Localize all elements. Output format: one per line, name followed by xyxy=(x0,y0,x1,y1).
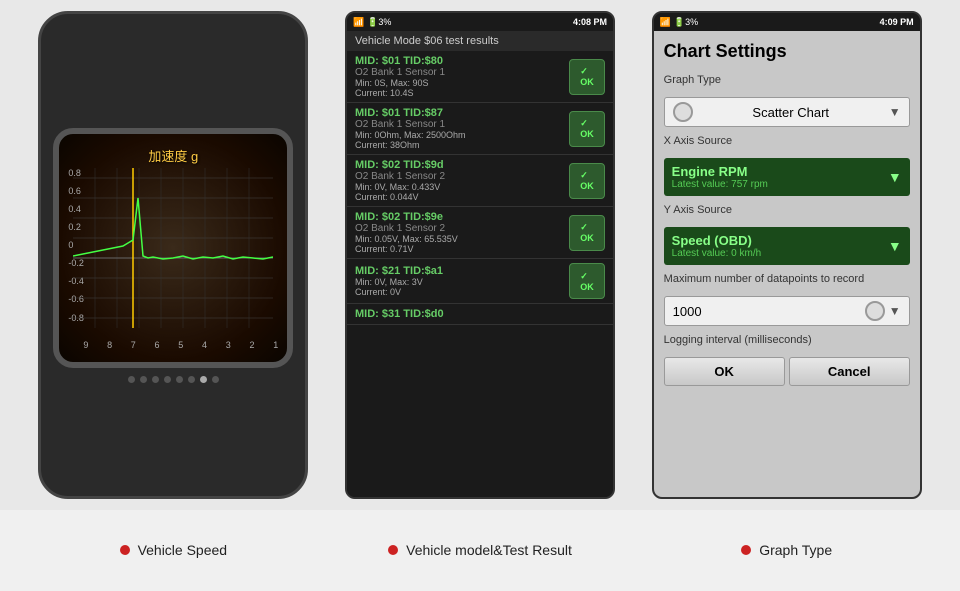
item-vals-4: Min: 0.05V, Max: 65.535VCurrent: 0.71V xyxy=(355,234,458,254)
item-sub-1: O2 Bank 1 Sensor 1 xyxy=(355,67,445,78)
item-title-1: MID: $01 TID:$80 xyxy=(355,55,445,67)
test-item-6: MID: $31 TID:$d0 xyxy=(347,304,613,325)
red-dot-3 xyxy=(741,545,751,555)
dot xyxy=(164,376,171,383)
dot-active xyxy=(200,376,207,383)
red-dot-2 xyxy=(388,545,398,555)
x-axis-value: Engine RPM xyxy=(672,164,768,179)
item-vals-3: Min: 0V, Max: 0.433VCurrent: 0.044V xyxy=(355,182,445,202)
time-3: 4:09 PM xyxy=(880,17,914,27)
status-icons-2: 📶 🔋3% xyxy=(353,17,391,28)
item-title-3: MID: $02 TID:$9d xyxy=(355,159,445,171)
y-axis-sub: Latest value: 0 km/h xyxy=(672,248,762,259)
max-datapoints-arrow-icon[interactable]: ▼ xyxy=(889,304,901,318)
phone3-container: 📶 🔋3% 4:09 PM Chart Settings Graph Type … xyxy=(633,10,940,500)
labels-row: Vehicle Speed Vehicle model&Test Result … xyxy=(0,510,960,590)
dot xyxy=(152,376,159,383)
x-axis-source-box[interactable]: Engine RPM Latest value: 757 rpm ▼ xyxy=(664,158,910,196)
phone3: 📶 🔋3% 4:09 PM Chart Settings Graph Type … xyxy=(652,11,922,499)
label-item-3: Graph Type xyxy=(633,542,940,558)
x-axis-label: X Axis Source xyxy=(664,135,910,147)
dot xyxy=(176,376,183,383)
test-list[interactable]: MID: $01 TID:$80 O2 Bank 1 Sensor 1 Min:… xyxy=(347,51,613,497)
max-datapoints-value: 1000 xyxy=(673,304,702,319)
item-title-6: MID: $31 TID:$d0 xyxy=(355,308,444,320)
label-text-1: Vehicle Speed xyxy=(138,542,228,558)
max-datapoints-dropdown[interactable]: 1000 ▼ xyxy=(664,296,910,326)
time-2: 4:08 PM xyxy=(573,17,607,27)
x-axis-text-group: Engine RPM Latest value: 757 rpm xyxy=(672,164,768,190)
graph-type-arrow-icon[interactable]: ▼ xyxy=(889,105,901,119)
red-dot-1 xyxy=(120,545,130,555)
test-item-3: MID: $02 TID:$9d O2 Bank 1 Sensor 2 Min:… xyxy=(347,155,613,207)
item-vals-2: Min: 0Ohm, Max: 2500OhmCurrent: 38Ohm xyxy=(355,130,466,150)
max-datapoints-radio[interactable] xyxy=(865,301,885,321)
x-axis-arrow-icon[interactable]: ▼ xyxy=(888,169,902,185)
phone2-container: 📶 🔋3% 4:08 PM Vehicle Mode $06 test resu… xyxy=(327,10,634,500)
status-icons-3: 📶 🔋3% xyxy=(660,17,698,28)
graph-type-label: Graph Type xyxy=(664,74,910,86)
phone2: 📶 🔋3% 4:08 PM Vehicle Mode $06 test resu… xyxy=(345,11,615,499)
item-title-4: MID: $02 TID:$9e xyxy=(355,211,458,223)
item-title-5: MID: $21 TID:$a1 xyxy=(355,265,443,277)
test-item-2: MID: $01 TID:$87 O2 Bank 1 Sensor 1 Min:… xyxy=(347,103,613,155)
dot xyxy=(212,376,219,383)
chart-settings-body: Chart Settings Graph Type Scatter Chart … xyxy=(654,31,920,497)
chart-svg xyxy=(73,168,273,328)
ok-badge-1: ✓OK xyxy=(569,59,605,95)
label-text-2: Vehicle model&Test Result xyxy=(406,542,572,558)
test-item-5: MID: $21 TID:$a1 Min: 0V, Max: 3VCurrent… xyxy=(347,259,613,304)
ok-badge-2: ✓OK xyxy=(569,111,605,147)
test-item-4: MID: $02 TID:$9e O2 Bank 1 Sensor 2 Min:… xyxy=(347,207,613,259)
screenshots-row: 加速度 g 0.8 0.6 0.4 0.2 0 -0.2 -0.4 -0.6 -… xyxy=(0,0,960,510)
ok-badge-5: ✓OK xyxy=(569,263,605,299)
item-vals-5: Min: 0V, Max: 3VCurrent: 0V xyxy=(355,277,443,297)
x-labels: 9 8 7 6 5 4 3 2 1 xyxy=(83,340,278,350)
gauge-inner: 加速度 g 0.8 0.6 0.4 0.2 0 -0.2 -0.4 -0.6 -… xyxy=(63,138,283,358)
graph-type-dropdown[interactable]: Scatter Chart ▼ xyxy=(664,97,910,127)
item-sub-4: O2 Bank 1 Sensor 2 xyxy=(355,223,458,234)
y-axis-arrow-icon[interactable]: ▼ xyxy=(888,238,902,254)
max-datapoints-label: Maximum number of datapoints to record xyxy=(664,273,910,285)
dialog-buttons: OK Cancel xyxy=(664,357,910,386)
graph-type-radio[interactable] xyxy=(673,102,693,122)
item-sub-3: O2 Bank 1 Sensor 2 xyxy=(355,171,445,182)
dot xyxy=(188,376,195,383)
y-axis-label: Y Axis Source xyxy=(664,204,910,216)
ok-badge-3: ✓OK xyxy=(569,163,605,199)
dot xyxy=(140,376,147,383)
dot-indicator xyxy=(128,376,219,383)
screen-header-2: Vehicle Mode $06 test results xyxy=(347,31,613,51)
y-axis-text-group: Speed (OBD) Latest value: 0 km/h xyxy=(672,233,762,259)
y-axis-source-box[interactable]: Speed (OBD) Latest value: 0 km/h ▼ xyxy=(664,227,910,265)
status-bar-2: 📶 🔋3% 4:08 PM xyxy=(347,13,613,31)
logging-interval-label: Logging interval (milliseconds) xyxy=(664,334,910,346)
status-bar-3: 📶 🔋3% 4:09 PM xyxy=(654,13,920,31)
item-vals-1: Min: 0S, Max: 90SCurrent: 10.4S xyxy=(355,78,445,98)
ok-badge-4: ✓OK xyxy=(569,215,605,251)
cancel-button[interactable]: Cancel xyxy=(789,357,910,386)
dot xyxy=(128,376,135,383)
y-axis-value: Speed (OBD) xyxy=(672,233,762,248)
phone1-container: 加速度 g 0.8 0.6 0.4 0.2 0 -0.2 -0.4 -0.6 -… xyxy=(20,10,327,500)
item-title-2: MID: $01 TID:$87 xyxy=(355,107,466,119)
x-axis-sub: Latest value: 757 rpm xyxy=(672,179,768,190)
chart-settings-title: Chart Settings xyxy=(664,41,910,62)
label-text-3: Graph Type xyxy=(759,542,832,558)
chart-title: 加速度 g xyxy=(148,146,198,165)
phone1: 加速度 g 0.8 0.6 0.4 0.2 0 -0.2 -0.4 -0.6 -… xyxy=(38,11,308,499)
test-item-1: MID: $01 TID:$80 O2 Bank 1 Sensor 1 Min:… xyxy=(347,51,613,103)
graph-type-value: Scatter Chart xyxy=(752,105,829,120)
gauge-screen: 加速度 g 0.8 0.6 0.4 0.2 0 -0.2 -0.4 -0.6 -… xyxy=(53,128,293,368)
ok-button[interactable]: OK xyxy=(664,357,785,386)
label-item-1: Vehicle Speed xyxy=(20,542,327,558)
item-sub-2: O2 Bank 1 Sensor 1 xyxy=(355,119,466,130)
label-item-2: Vehicle model&Test Result xyxy=(327,542,634,558)
